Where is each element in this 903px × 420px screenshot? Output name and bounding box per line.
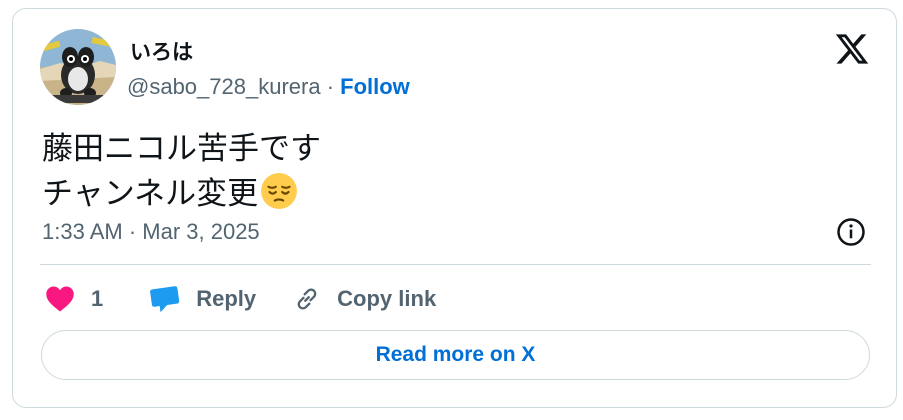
user-handle[interactable]: @sabo_728_kurera xyxy=(127,74,321,99)
tweet-text-line-2-wrapper: チャンネル変更 xyxy=(42,172,321,223)
info-icon[interactable] xyxy=(836,217,866,247)
avatar[interactable] xyxy=(40,29,116,105)
copy-link-label: Copy link xyxy=(337,286,437,311)
copy-link-button[interactable]: Copy link xyxy=(293,285,436,313)
handle-separator: · xyxy=(320,74,341,99)
pensive-face-emoji-icon xyxy=(260,172,298,223)
handle-row: @sabo_728_kurera · Follow xyxy=(127,74,410,100)
speech-bubble-icon xyxy=(150,285,180,313)
follow-button[interactable]: Follow xyxy=(340,74,410,99)
heart-icon xyxy=(45,285,75,313)
x-logo-icon[interactable] xyxy=(834,31,870,67)
like-button[interactable]: 1 xyxy=(45,285,103,313)
embedded-tweet-card: いろは @sabo_728_kurera · Follow 藤田ニコル苦手です … xyxy=(12,8,897,408)
like-count: 1 xyxy=(91,286,104,311)
tweet-text-line-2: チャンネル変更 xyxy=(42,176,259,212)
tweet-text-line-1: 藤田ニコル苦手です xyxy=(42,131,321,167)
reply-label: Reply xyxy=(196,286,257,311)
divider xyxy=(40,264,871,265)
link-icon xyxy=(293,285,321,313)
reply-button[interactable]: Reply xyxy=(150,285,256,313)
display-name[interactable]: いろは xyxy=(130,36,193,66)
tweet-timestamp[interactable]: 1:33 AM · Mar 3, 2025 xyxy=(42,219,260,245)
tweet-actions: 1 Reply Copy link xyxy=(45,281,436,317)
read-more-button[interactable]: Read more on X xyxy=(41,330,870,380)
tweet-text: 藤田ニコル苦手です チャンネル変更 xyxy=(42,127,321,223)
